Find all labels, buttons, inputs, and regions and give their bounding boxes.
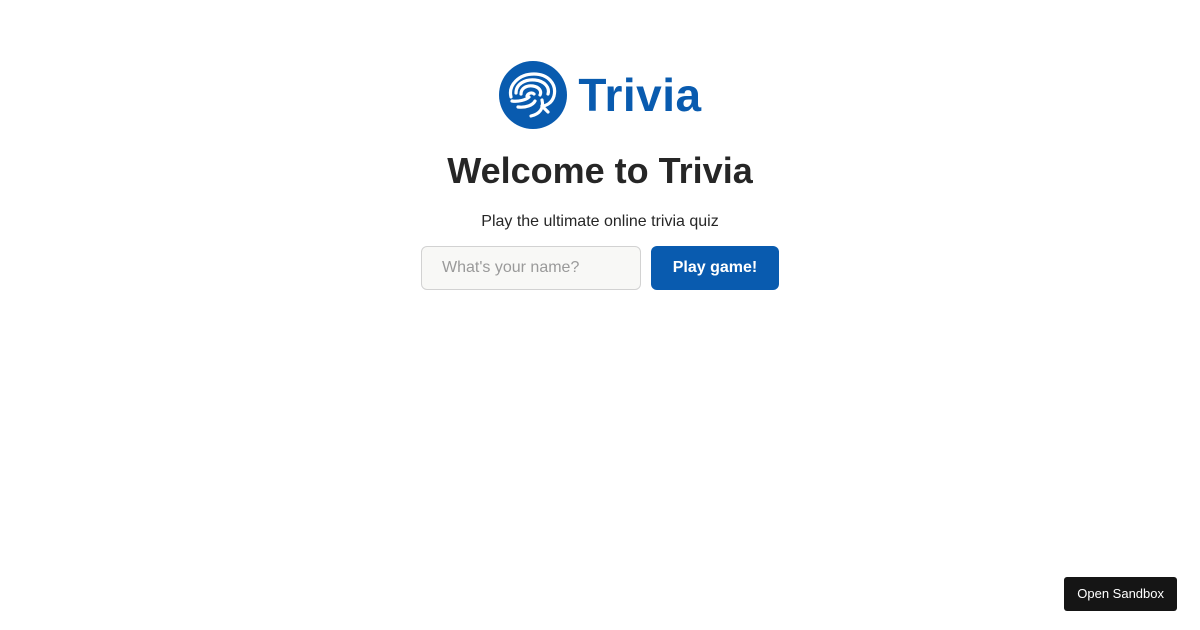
main-content: Trivia Welcome to Trivia Play the ultima… [0,0,1200,290]
logo-text: Trivia [578,69,702,121]
page-title: Welcome to Trivia [447,150,753,191]
name-input[interactable] [421,246,641,290]
page-subtitle: Play the ultimate online trivia quiz [481,213,719,230]
logo: Trivia [498,60,701,130]
play-game-button[interactable]: Play game! [651,246,779,290]
brain-icon [499,61,568,129]
start-game-form: Play game! [421,246,779,290]
open-sandbox-button[interactable]: Open Sandbox [1064,577,1177,611]
page: Trivia Welcome to Trivia Play the ultima… [0,0,1200,630]
